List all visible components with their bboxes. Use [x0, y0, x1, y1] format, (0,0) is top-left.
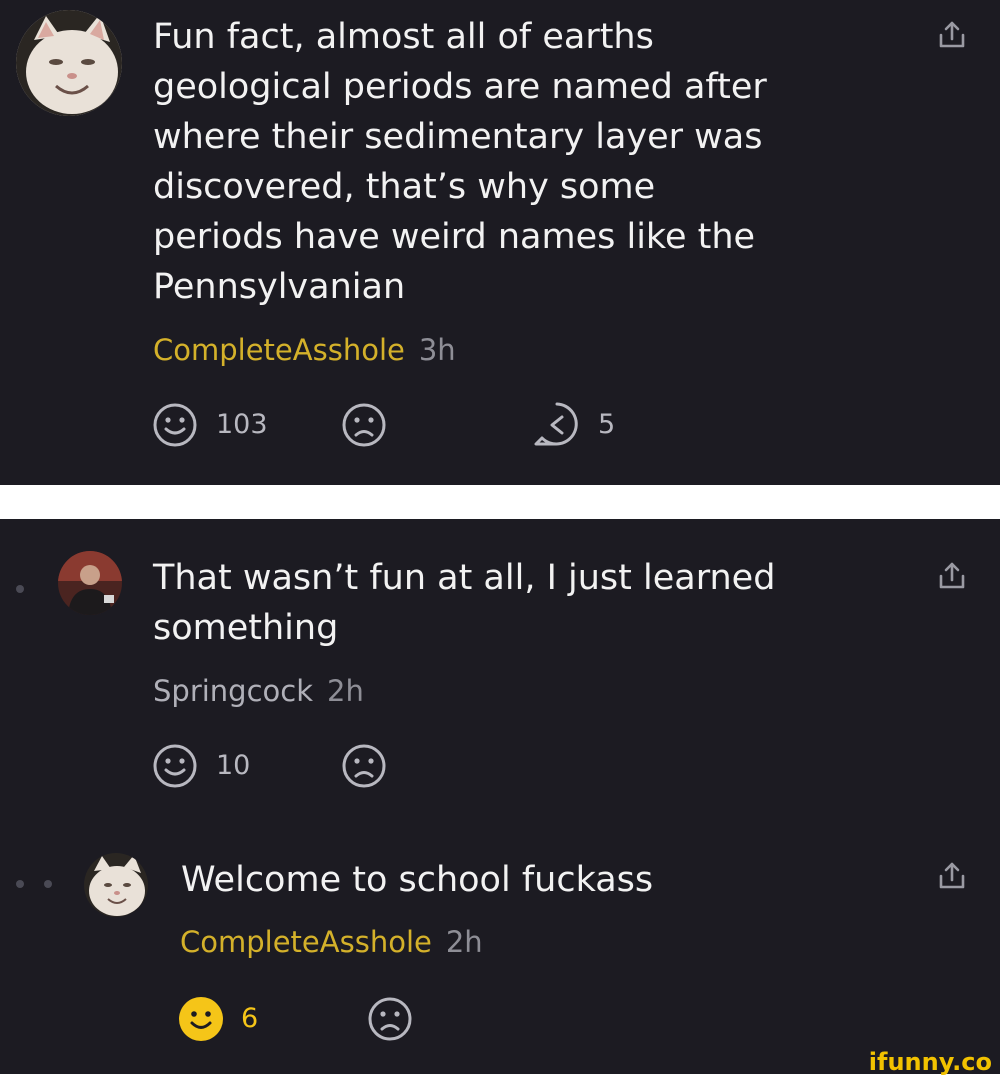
smile-icon[interactable]	[152, 743, 198, 794]
username-link[interactable]: CompleteAsshole	[180, 925, 432, 959]
replies-panel: That wasn’t fun at all, I just learned s…	[0, 519, 1000, 1074]
frown-icon[interactable]	[341, 402, 387, 453]
reply-count: 5	[598, 409, 616, 440]
thread-depth-dot	[44, 880, 52, 888]
username-link[interactable]: Springcock	[153, 674, 313, 708]
reply-icon[interactable]	[532, 400, 582, 455]
share-icon[interactable]	[938, 20, 966, 55]
frown-icon[interactable]	[367, 996, 413, 1047]
username-link[interactable]: CompleteAsshole	[153, 333, 405, 367]
share-icon[interactable]	[938, 861, 966, 896]
comment-text: That wasn’t fun at all, I just learned s…	[153, 558, 776, 648]
thread-depth-dot	[16, 585, 24, 593]
timestamp: 3h	[418, 333, 456, 367]
frown-icon[interactable]	[341, 743, 387, 794]
timestamp: 2h	[445, 925, 483, 959]
avatar[interactable]	[84, 853, 148, 917]
cat-avatar-image	[84, 853, 148, 917]
comment-text: Fun fact, almost all of earths geologica…	[153, 17, 767, 307]
comment-meta: Springcock 2h	[153, 673, 364, 709]
timestamp: 2h	[327, 674, 364, 708]
ifunny-watermark: ifunny.co	[868, 1048, 992, 1076]
comment-text: Welcome to school fuckass	[181, 860, 654, 900]
comment-meta: CompleteAsshole 2h	[180, 924, 483, 960]
smile-count: 10	[216, 750, 251, 781]
smile-icon-active[interactable]	[177, 995, 225, 1048]
smile-icon[interactable]	[152, 402, 198, 453]
smile-count: 103	[216, 409, 268, 440]
thread-depth-dot	[16, 880, 24, 888]
smile-count: 6	[241, 1003, 259, 1034]
original-comment-panel: Fun fact, almost all of earths geologica…	[0, 0, 1000, 485]
person-avatar-image	[58, 551, 122, 615]
avatar[interactable]	[58, 551, 122, 615]
comment-meta: CompleteAsshole 3h	[153, 332, 456, 368]
share-icon[interactable]	[938, 561, 966, 596]
cat-avatar-image	[16, 10, 122, 116]
avatar[interactable]	[16, 10, 122, 116]
